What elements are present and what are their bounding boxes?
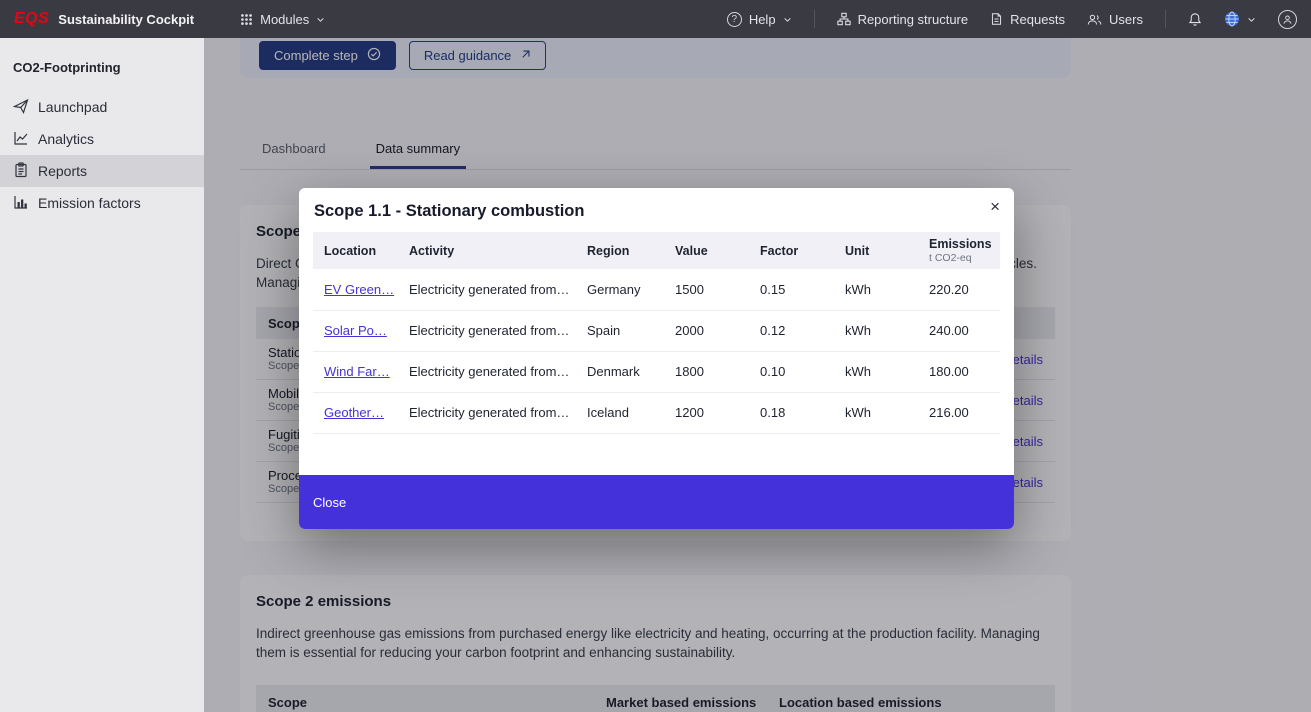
cell-emissions: 180.00 [919, 351, 1000, 392]
cell-value: 2000 [665, 310, 750, 351]
col-activity: Activity [399, 232, 577, 269]
modal-close-button[interactable]: Close [299, 475, 1014, 529]
help-menu[interactable]: ? Help [727, 12, 792, 27]
top-navigation: EQS Sustainability Cockpit Modules ? Hel… [0, 0, 1311, 38]
cell-activity: Electricity generated from… [399, 310, 577, 351]
cell-region: Iceland [577, 392, 665, 433]
help-label: Help [749, 12, 776, 27]
grid-icon [240, 13, 253, 26]
language-selector[interactable] [1224, 11, 1256, 27]
reporting-structure-label: Reporting structure [858, 12, 969, 27]
cell-emissions: 220.20 [919, 269, 1000, 310]
users-button[interactable]: Users [1087, 12, 1143, 27]
table-row: Geother… Electricity generated from… Ice… [313, 392, 1000, 433]
sidebar-section-title: CO2-Footprinting [0, 38, 204, 91]
cell-activity: Electricity generated from… [399, 392, 577, 433]
help-icon: ? [727, 12, 742, 27]
sidebar-item-emission-factors[interactable]: Emission factors [0, 187, 204, 219]
cell-unit: kWh [835, 269, 919, 310]
close-icon[interactable]: × [990, 198, 1000, 215]
chevron-down-icon [783, 12, 792, 27]
sidebar-item-label: Launchpad [38, 99, 107, 115]
col-region: Region [577, 232, 665, 269]
requests-button[interactable]: Requests [990, 12, 1065, 27]
modal-dialog: Scope 1.1 - Stationary combustion × Loca… [299, 188, 1014, 529]
divider [814, 10, 815, 28]
col-factor: Factor [750, 232, 835, 269]
chevron-down-icon [1247, 12, 1256, 27]
app-title: Sustainability Cockpit [58, 12, 194, 27]
modules-label: Modules [260, 12, 309, 27]
table-row: Solar Po… Electricity generated from… Sp… [313, 310, 1000, 351]
col-location: Location [313, 232, 399, 269]
col-emissions: Emissions t CO2-eq [919, 232, 1000, 269]
sidebar-item-launchpad[interactable]: Launchpad [0, 91, 204, 123]
cell-activity: Electricity generated from… [399, 351, 577, 392]
chevron-down-icon [316, 12, 325, 27]
modal-title: Scope 1.1 - Stationary combustion [299, 188, 1014, 232]
eqs-logo: EQS [14, 10, 49, 28]
requests-label: Requests [1010, 12, 1065, 27]
modal-close-label: Close [313, 495, 346, 510]
sidebar-item-reports[interactable]: Reports [0, 155, 204, 187]
globe-icon [1224, 11, 1240, 27]
cell-value: 1800 [665, 351, 750, 392]
col-value: Value [665, 232, 750, 269]
cell-emissions: 216.00 [919, 392, 1000, 433]
users-icon [1087, 13, 1102, 26]
location-link[interactable]: Geother… [324, 405, 384, 420]
cell-region: Germany [577, 269, 665, 310]
reports-icon [13, 162, 29, 181]
cell-value: 1500 [665, 269, 750, 310]
cell-unit: kWh [835, 351, 919, 392]
users-label: Users [1109, 12, 1143, 27]
location-link[interactable]: EV Green… [324, 282, 394, 297]
divider [1165, 10, 1166, 28]
col-unit: Unit [835, 232, 919, 269]
cell-activity: Electricity generated from… [399, 269, 577, 310]
cell-factor: 0.12 [750, 310, 835, 351]
table-row: EV Green… Electricity generated from… Ge… [313, 269, 1000, 310]
cell-unit: kWh [835, 310, 919, 351]
location-link[interactable]: Wind Far… [324, 364, 390, 379]
cell-value: 1200 [665, 392, 750, 433]
cell-factor: 0.10 [750, 351, 835, 392]
cell-region: Denmark [577, 351, 665, 392]
launchpad-icon [13, 98, 29, 117]
sidebar: CO2-Footprinting Launchpad Analytics Rep… [0, 38, 204, 712]
sitemap-icon [837, 12, 851, 26]
sidebar-item-label: Analytics [38, 131, 94, 147]
analytics-icon [13, 130, 29, 149]
cell-emissions: 240.00 [919, 310, 1000, 351]
bell-icon [1188, 12, 1202, 27]
emissions-unit: t CO2-eq [929, 252, 990, 264]
sidebar-item-label: Emission factors [38, 195, 141, 211]
profile-button[interactable] [1278, 10, 1297, 29]
user-avatar-icon [1278, 10, 1297, 29]
notifications-button[interactable] [1188, 12, 1202, 27]
sidebar-item-analytics[interactable]: Analytics [0, 123, 204, 155]
cell-factor: 0.18 [750, 392, 835, 433]
emission-factors-icon [13, 194, 29, 213]
cell-unit: kWh [835, 392, 919, 433]
location-link[interactable]: Solar Po… [324, 323, 387, 338]
emissions-table: Location Activity Region Value Factor Un… [313, 232, 1000, 434]
modules-menu[interactable]: Modules [240, 12, 325, 27]
sidebar-item-label: Reports [38, 163, 87, 179]
document-icon [990, 12, 1003, 26]
cell-region: Spain [577, 310, 665, 351]
cell-factor: 0.15 [750, 269, 835, 310]
table-row: Wind Far… Electricity generated from… De… [313, 351, 1000, 392]
table-header-row: Location Activity Region Value Factor Un… [313, 232, 1000, 269]
reporting-structure-button[interactable]: Reporting structure [837, 12, 969, 27]
